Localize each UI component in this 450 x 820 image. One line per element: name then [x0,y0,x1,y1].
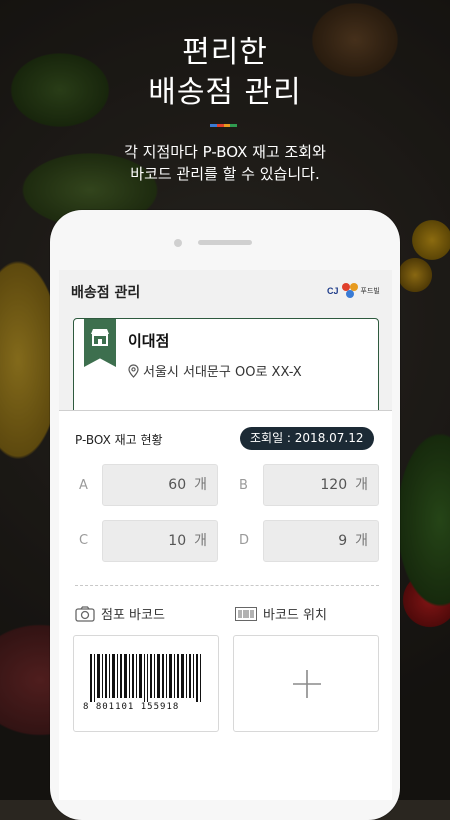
barcode-location-text: 바코드 위치 [263,608,327,623]
date-badge: 조회일 : 2018.07.12 [240,427,374,450]
dashed-divider [75,585,379,586]
brand-sub-text: 푸드빌 [360,287,380,295]
accent-red [216,124,224,127]
store-name: 이대점 [128,332,170,350]
headline-line-1: 편리한 [182,35,268,70]
camera-dot [174,239,182,247]
barcode-image [90,654,201,702]
subtext-line-2: 바코드 관리를 할 수 있습니다. [130,165,320,183]
cell-unit: 개 [355,533,368,549]
accent-bar [210,124,237,127]
cell-value-d: 9 [338,533,348,549]
inventory-panel: P-BOX 재고 현황 조회일 : 2018.07.12 A 60 개 B 120… [59,410,392,800]
cell-unit: 개 [194,477,207,493]
cell-label-b: B [239,478,248,493]
store-card[interactable]: 이대점 서울시 서대문구 OO로 XX-X [73,318,379,414]
subtext: 각 지점마다 P-BOX 재고 조회와 바코드 관리를 할 수 있습니다. [0,141,450,185]
accent-blue [210,124,217,127]
barcode-location-label: 바코드 위치 [235,604,327,623]
add-barcode-location-button[interactable] [233,635,379,732]
cell-label-c: C [79,533,89,548]
cell-value-b: 120 [320,477,348,493]
brand-logo: CJ 푸드빌 [327,278,380,304]
cell-value-a: 60 [168,477,187,493]
page-title: 배송점 관리 [71,285,141,301]
app-screen: 배송점 관리 CJ 푸드빌 이대점 서울시 서대문구 OO로 XX-X P-BO… [59,270,392,800]
screen-top-area: 배송점 관리 CJ 푸드빌 이대점 서울시 서대문구 OO로 XX-X [59,270,392,414]
cell-unit: 개 [355,477,368,493]
inventory-title: P-BOX 재고 현황 [75,433,163,447]
store-icon [84,319,116,367]
brand-cj-text: CJ [327,286,339,296]
inventory-cell-a[interactable]: 60 개 [102,464,218,506]
store-address: 서울시 서대문구 OO로 XX-X [128,361,302,380]
plus-icon [293,670,321,698]
inventory-cell-c[interactable]: 10 개 [102,520,218,562]
inventory-cell-d[interactable]: 9개 [263,520,379,562]
cell-label-a: A [79,478,88,493]
store-address-text: 서울시 서대문구 OO로 XX-X [143,365,302,380]
location-pin-icon [128,363,139,378]
cell-label-d: D [239,533,250,548]
cell-value-c: 10 [168,533,187,549]
barcode-number: 8 801101 155918 [83,702,180,712]
headline-line-2: 배송점 관리 [148,75,302,110]
store-barcode-card[interactable]: 8 801101 155918 [73,635,219,732]
headline: 편리한 배송점 관리 [0,33,450,113]
accent-green [230,124,237,127]
inventory-cell-b[interactable]: 120 개 [263,464,379,506]
barcode-icon [235,606,257,621]
cj-logo-icon [341,283,358,299]
store-barcode-text: 점포 바코드 [101,608,165,623]
camera-icon [75,605,95,622]
store-barcode-label: 점포 바코드 [75,604,165,623]
subtext-line-1: 각 지점마다 P-BOX 재고 조회와 [124,143,326,161]
cell-unit: 개 [194,533,207,549]
accent-orange [223,124,231,127]
speaker-grille [198,240,252,245]
